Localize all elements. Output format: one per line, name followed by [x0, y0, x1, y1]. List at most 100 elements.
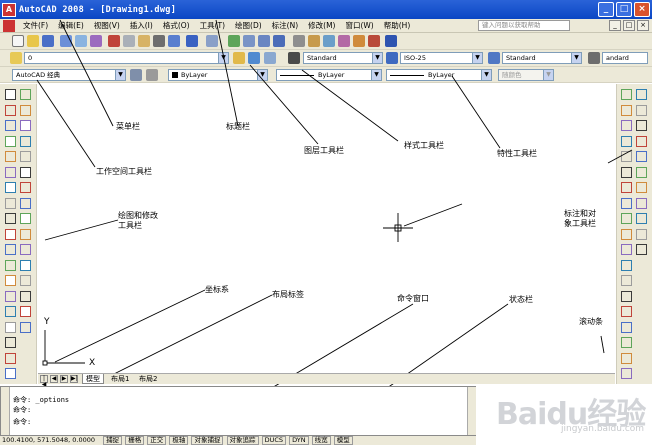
break-icon[interactable]	[20, 259, 31, 271]
dim-edit-icon[interactable]	[621, 306, 632, 317]
copy-icon[interactable]	[123, 35, 135, 47]
dim-continue-icon[interactable]	[621, 244, 632, 255]
sheet-set-icon[interactable]	[338, 35, 350, 47]
zoom-previous-icon[interactable]	[273, 35, 285, 47]
pan-icon[interactable]	[228, 35, 240, 47]
table-style-dropdown[interactable]: Standard ▼	[502, 52, 582, 64]
quick-dim-icon[interactable]	[621, 213, 632, 224]
copy-icon[interactable]	[20, 104, 31, 116]
menu-modify[interactable]: 修改(M)	[303, 20, 340, 31]
spline-icon[interactable]	[5, 213, 16, 224]
dim-text-edit-icon[interactable]	[621, 321, 632, 333]
paste-icon[interactable]	[138, 35, 150, 47]
mtext-icon[interactable]	[5, 368, 16, 379]
publish-icon[interactable]	[90, 35, 102, 47]
layer-state-icon[interactable]	[264, 52, 276, 64]
workspace-dropdown[interactable]: AutoCAD 经典 ▼	[12, 69, 126, 81]
insert-block-icon[interactable]	[5, 259, 16, 271]
hatch-icon[interactable]	[5, 306, 16, 317]
dim-angular-icon[interactable]	[621, 197, 632, 209]
dim-aligned-icon[interactable]	[621, 104, 632, 116]
rectangle-icon[interactable]	[5, 151, 16, 162]
help-icon[interactable]	[385, 35, 397, 47]
dim-update-icon[interactable]	[621, 337, 632, 348]
ellipse-icon[interactable]	[5, 228, 16, 240]
mleader-style-icon[interactable]	[588, 52, 600, 64]
polar-toggle[interactable]: 极轴	[169, 436, 189, 445]
explode-icon[interactable]	[20, 321, 31, 333]
menu-file[interactable]: 文件(F)	[18, 20, 53, 31]
layer-dropdown[interactable]: 0 ▼	[24, 52, 229, 64]
tolerance-icon[interactable]	[621, 275, 632, 286]
polygon-icon[interactable]	[5, 135, 16, 147]
block-editor-icon[interactable]	[168, 35, 180, 47]
menu-format[interactable]: 格式(O)	[158, 20, 195, 31]
chamfer-icon[interactable]	[20, 290, 31, 302]
design-center-icon[interactable]	[308, 35, 320, 47]
snap-quadrant-icon[interactable]	[636, 151, 647, 162]
doc-minimize-button[interactable]: _	[609, 20, 621, 31]
menu-dimension[interactable]: 标注(N)	[267, 20, 303, 31]
markup-icon[interactable]	[353, 35, 365, 47]
maximize-button[interactable]: □	[616, 2, 632, 17]
command-window[interactable]: 命令: _options 命令: 命令:	[0, 386, 476, 436]
erase-icon[interactable]	[20, 89, 31, 100]
arc-icon[interactable]	[5, 166, 16, 178]
osnap-toggle[interactable]: 对象捕捉	[191, 436, 224, 445]
dim-baseline-icon[interactable]	[621, 228, 632, 240]
table-icon[interactable]	[5, 352, 16, 364]
snap-toggle[interactable]: 捕捉	[103, 436, 123, 445]
center-mark-icon[interactable]	[621, 290, 632, 302]
dim-jogged-icon[interactable]	[621, 166, 632, 178]
document-icon[interactable]	[3, 19, 15, 32]
stretch-icon[interactable]	[20, 213, 31, 224]
doc-restore-button[interactable]: □	[623, 20, 635, 31]
calculator-icon[interactable]	[368, 35, 380, 47]
linetype-dropdown[interactable]: ByLayer ▼	[276, 69, 382, 81]
xline-icon[interactable]	[5, 104, 16, 116]
next-tab-icon[interactable]: ▶	[60, 375, 68, 383]
autocad-app-icon[interactable]: A	[2, 2, 16, 17]
polyline-icon[interactable]	[5, 120, 16, 131]
menu-edit[interactable]: 编辑(E)	[53, 20, 89, 31]
mirror-icon[interactable]	[20, 120, 31, 131]
offset-icon[interactable]	[20, 135, 31, 147]
plotstyle-dropdown[interactable]: 随颜色 ▼	[498, 69, 554, 81]
snap-midpoint-icon[interactable]	[636, 104, 647, 116]
gradient-icon[interactable]	[5, 321, 16, 333]
revcloud-icon[interactable]	[5, 197, 16, 209]
command-window-grip[interactable]	[1, 387, 10, 435]
minimize-button[interactable]: _	[598, 2, 614, 17]
prev-tab-icon[interactable]: ◀	[50, 375, 58, 383]
make-block-icon[interactable]	[5, 275, 16, 286]
first-tab-icon[interactable]: |◀	[40, 375, 48, 388]
undo-icon[interactable]	[186, 35, 198, 47]
layer-color-icon[interactable]	[146, 69, 158, 81]
snap-node-icon[interactable]	[636, 197, 647, 209]
menu-tools[interactable]: 工具(T)	[195, 20, 230, 31]
ellipse-arc-icon[interactable]	[5, 244, 16, 255]
join-icon[interactable]	[20, 275, 31, 286]
workspace-settings-icon[interactable]	[130, 69, 142, 81]
circle-icon[interactable]	[5, 182, 16, 193]
command-prompt[interactable]: 命令:	[13, 417, 31, 427]
dim-style-icon[interactable]	[621, 352, 632, 364]
tool-palettes-icon[interactable]	[323, 35, 335, 47]
snap-nearest-icon[interactable]	[636, 228, 647, 240]
grid-toggle[interactable]: 栅格	[125, 436, 145, 445]
open-icon[interactable]	[27, 35, 39, 47]
dyn-toggle[interactable]: DYN	[289, 436, 309, 445]
plot-icon[interactable]	[60, 35, 72, 47]
help-search-input[interactable]: 键入问题以获取帮助	[478, 20, 570, 31]
match-properties-icon[interactable]	[153, 35, 165, 47]
snap-center-icon[interactable]	[636, 135, 647, 147]
menu-help[interactable]: 帮助(H)	[379, 20, 416, 31]
qleader-icon[interactable]	[621, 259, 632, 271]
scale-icon[interactable]	[20, 197, 31, 209]
table-style-icon[interactable]	[488, 52, 500, 64]
ortho-toggle[interactable]: 正交	[147, 436, 167, 445]
tab-layout1[interactable]: 布局1	[108, 374, 132, 384]
menu-window[interactable]: 窗口(W)	[340, 20, 378, 31]
dim-style-icon[interactable]	[386, 52, 398, 64]
command-scrollbar[interactable]	[467, 387, 476, 435]
